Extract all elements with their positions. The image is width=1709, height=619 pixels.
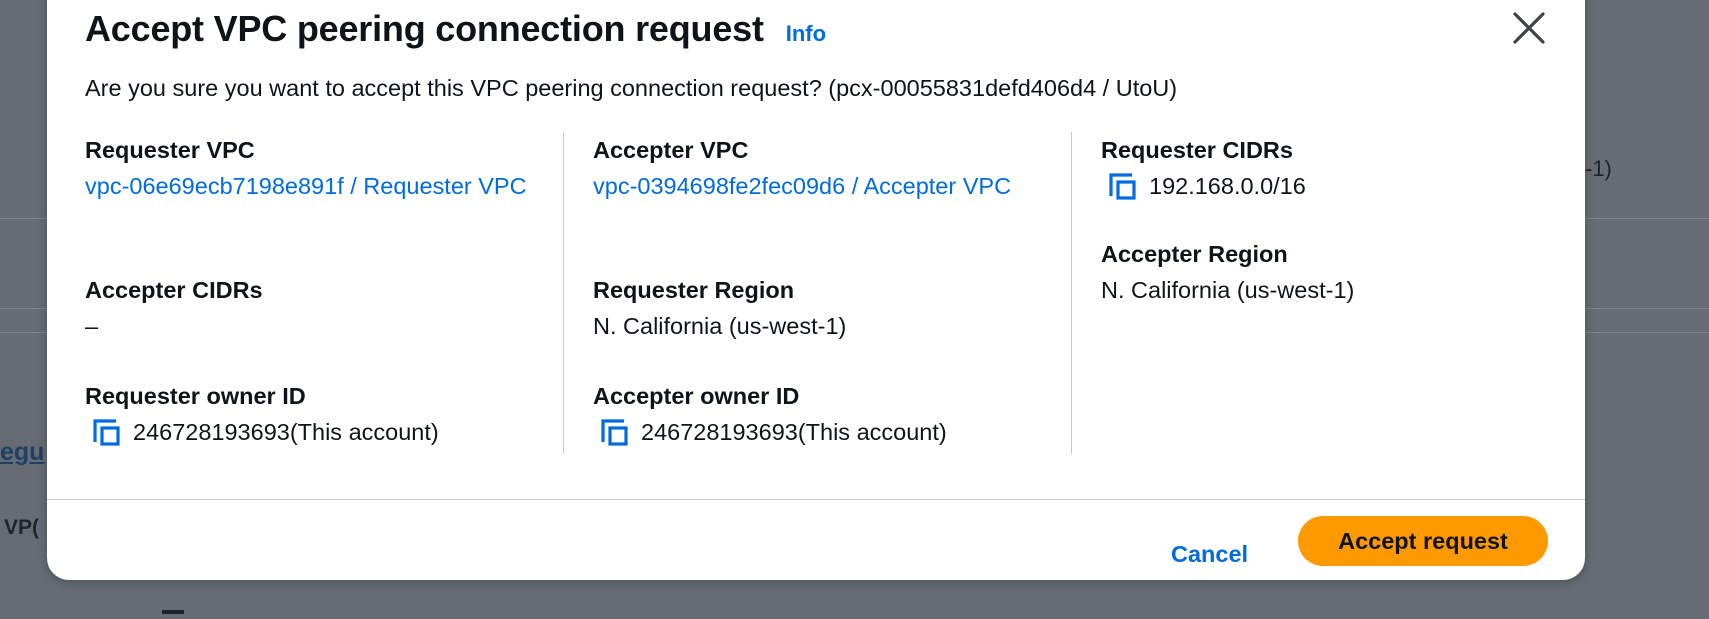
accepter-owner-value: 246728193693(This account) [641,419,947,445]
accepter-owner-label: Accepter owner ID [593,383,800,409]
confirmation-question: Are you sure you want to accept this VPC… [85,75,1178,101]
modal-header: Accept VPC peering connection request In… [85,8,826,50]
accepter-cidrs-value: – [85,313,99,339]
accepter-region-field: Accepter Region N. California (us-west-1… [1101,236,1581,308]
footer-divider [47,499,1585,500]
details-column-middle: Accepter VPC vpc-0394698fe2fec09d6 / Acc… [593,132,1073,454]
info-link[interactable]: Info [786,21,826,47]
requester-owner-field: Requester owner ID 246728193693(This acc… [85,378,555,450]
copy-icon[interactable] [1107,171,1137,201]
accepter-vpc-field: Accepter VPC vpc-0394698fe2fec09d6 / Acc… [593,132,1073,204]
accept-request-button[interactable]: Accept request [1298,516,1548,566]
accepter-region-label: Accepter Region [1101,241,1288,267]
requester-cidrs-field: Requester CIDRs 192.168.0.0/16 [1101,132,1581,204]
requester-region-label: Requester Region [593,277,795,303]
cancel-button[interactable]: Cancel [1157,533,1262,576]
details-column-right: Requester CIDRs 192.168.0.0/16 Accepter … [1101,132,1581,454]
column-divider [1071,132,1072,454]
requester-vpc-label: Requester VPC [85,137,255,163]
accepter-vpc-link[interactable]: vpc-0394698fe2fec09d6 / Accepter VPC [593,168,1073,204]
accepter-region-value: N. California (us-west-1) [1101,277,1355,303]
bg-text-fragment: -1) [1585,156,1612,181]
accepter-cidrs-label: Accepter CIDRs [85,277,263,303]
requester-cidrs-row: 192.168.0.0/16 [1101,168,1581,204]
accepter-vpc-label: Accepter VPC [593,137,749,163]
requester-region-value: N. California (us-west-1) [593,313,847,339]
accepter-cidrs-field: Accepter CIDRs – [85,272,555,344]
bg-bold-fragment: VP( [4,516,40,539]
requester-vpc-link[interactable]: vpc-06e69ecb7198e891f / Requester VPC [85,168,555,204]
bg-link-fragment: egu [0,438,45,466]
requester-region-field: Requester Region N. California (us-west-… [593,272,1073,344]
requester-vpc-field: Requester VPC vpc-06e69ecb7198e891f / Re… [85,132,555,204]
accepter-owner-field: Accepter owner ID 246728193693(This acco… [593,378,1073,450]
column-divider [563,132,564,454]
modal-title: Accept VPC peering connection request [85,8,764,49]
accepter-owner-row: 246728193693(This account) [593,414,1073,450]
bg-mark [162,610,184,614]
requester-owner-value: 246728193693(This account) [133,419,439,445]
details-column-left: Requester VPC vpc-06e69ecb7198e891f / Re… [85,132,555,454]
requester-owner-row: 246728193693(This account) [85,414,555,450]
accept-peering-modal: Accept VPC peering connection request In… [47,0,1585,580]
requester-owner-label: Requester owner ID [85,383,306,409]
copy-icon[interactable] [91,417,121,447]
close-button[interactable] [1509,8,1549,48]
close-icon [1513,12,1545,44]
copy-icon[interactable] [599,417,629,447]
requester-cidrs-value: 192.168.0.0/16 [1149,173,1306,199]
requester-cidrs-label: Requester CIDRs [1101,137,1293,163]
